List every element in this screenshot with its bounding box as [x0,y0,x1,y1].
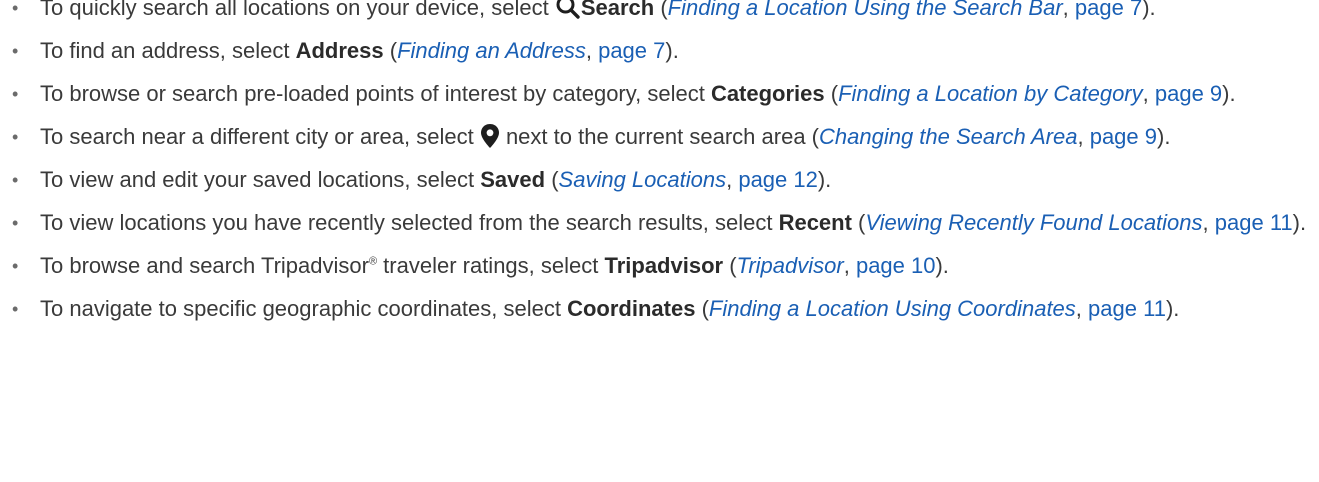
ref-link-saving-locations[interactable]: Saving Locations [559,167,727,192]
keyword-coordinates: Coordinates [567,296,696,321]
ref-link-changing-area[interactable]: Changing the Search Area [819,124,1077,149]
ref-link-search-bar[interactable]: Finding a Location Using the Search Bar [668,0,1063,20]
separator: , [1062,0,1075,20]
paren-open: ( [654,0,668,20]
paren-open: ( [723,253,737,278]
paren-close: ). [935,253,949,278]
keyword-saved: Saved [480,167,546,192]
item-lead-text: To navigate to specific geographic coord… [40,296,568,321]
registered-mark: ® [368,255,378,268]
search-options-list: • To quickly search all locations on you… [0,0,1319,326]
search-icon [555,0,581,20]
separator: , [726,167,739,192]
paren-open: ( [695,296,709,321]
list-item-tripadvisor: • To browse and search Tripadvisor® trav… [0,249,1319,283]
page-link[interactable]: page 10 [856,253,936,278]
keyword-categories: Categories [710,81,825,106]
item-lead-text: To quickly search all locations on your … [40,0,555,20]
bullet: • [12,127,19,147]
ref-link-tripadvisor[interactable]: Tripadvisor [737,253,844,278]
keyword-search: Search [580,0,655,20]
manual-page: • To quickly search all locations on you… [0,0,1319,335]
keyword-address: Address [295,38,384,63]
item-lead-text: To browse or search pre-loaded points of… [40,81,711,106]
map-pin-icon [480,123,500,149]
list-item-address: • To find an address, select Address (Fi… [0,34,1319,68]
bullet: • [12,84,19,104]
bullet: • [12,256,19,276]
list-item-saved: • To view and edit your saved locations,… [0,163,1319,197]
item-lead-text: To search near a different city or area,… [40,124,480,149]
separator: , [1075,296,1089,321]
list-item-recent: • To view locations you have recently se… [0,206,1319,240]
page-link[interactable]: page 7 [598,38,665,63]
keyword-recent: Recent [778,210,852,235]
item-lead-text: To browse and search Tripadvisor [40,253,369,278]
ref-link-finding-address[interactable]: Finding an Address [397,38,586,63]
paren-close: ). [1292,210,1307,235]
page-link[interactable]: page 9 [1090,124,1157,149]
paren-close: ). [665,38,679,63]
paren-close: ). [1142,0,1156,20]
ref-link-recently-found[interactable]: Viewing Recently Found Locations [865,210,1202,235]
item-lead-text: To find an address, select [40,38,296,63]
paren-open: ( [545,167,559,192]
paren-open: ( [383,38,398,63]
separator: , [1202,210,1215,235]
bullet: • [12,299,19,319]
ref-link-by-category[interactable]: Finding a Location by Category [838,81,1143,106]
item-lead-text-2: traveler ratings, select [377,253,605,278]
bullet: • [12,170,19,190]
paren-open: ( [851,210,866,235]
ref-link-using-coordinates[interactable]: Finding a Location Using Coordinates [709,296,1076,321]
separator: , [1077,124,1090,149]
bullet: • [12,41,19,61]
paren-close: ). [1165,296,1180,321]
paren-close: ). [1222,81,1236,106]
separator: , [1142,81,1155,106]
list-item-coordinates: • To navigate to specific geographic coo… [0,292,1319,326]
page-link[interactable]: page 7 [1075,0,1142,20]
paren-open: ( [824,81,839,106]
separator: , [585,38,599,63]
list-item-categories: • To browse or search pre-loaded points … [0,77,1319,111]
list-item-search-area: • To search near a different city or are… [0,120,1319,154]
item-after-icon-text: next to the current search area ( [499,124,819,149]
bullet: • [12,213,19,233]
item-lead-text: To view locations you have recently sele… [40,210,779,235]
paren-close: ). [1157,124,1171,149]
separator: , [843,253,856,278]
keyword-tripadvisor: Tripadvisor [604,253,724,278]
item-lead-text: To view and edit your saved locations, s… [40,167,481,192]
page-link[interactable]: page 9 [1155,81,1222,106]
paren-close: ). [817,167,832,192]
bullet: • [12,0,19,18]
list-item-search: • To quickly search all locations on you… [0,0,1319,25]
page-link[interactable]: page 11 [1215,210,1293,235]
page-link[interactable]: page 12 [738,167,818,192]
page-link[interactable]: page 11 [1088,296,1166,321]
